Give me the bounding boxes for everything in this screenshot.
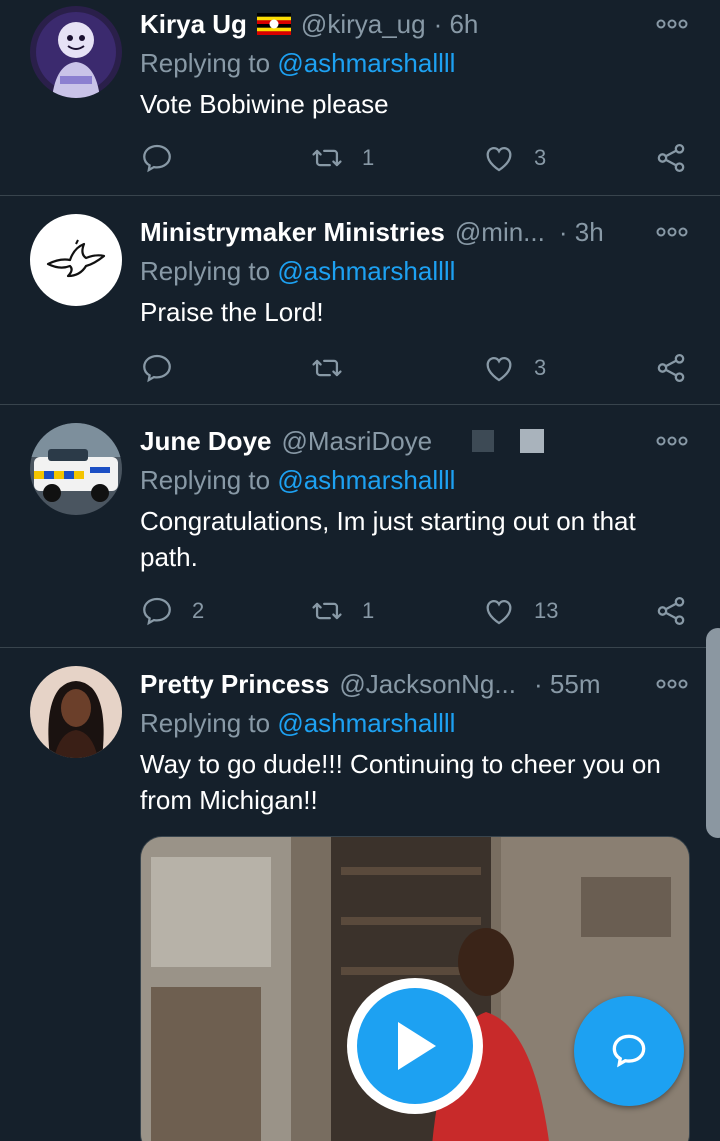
emoji-square [472,430,495,452]
like-count: 3 [534,355,547,380]
timestamp: · 6h [433,8,479,39]
retweet-button[interactable] [310,348,362,388]
action-bar: 1 3 [140,138,700,178]
replying-label: Replying to [140,708,271,738]
author-handle[interactable]: @kirya_ug [301,9,426,40]
reply-count: 2 [192,598,205,623]
share-button[interactable] [654,348,688,388]
like-button[interactable]: 13 [482,591,558,631]
heart-icon [486,599,512,625]
tweet-text: Congratulations, Im just starting out on… [140,506,636,572]
replying-label: Replying to [140,256,271,286]
like-button[interactable]: 3 [482,138,546,178]
avatar[interactable] [30,666,122,758]
author-handle[interactable]: @MasriDoye [282,426,433,457]
author-name[interactable]: Ministrymaker Ministries [140,217,445,248]
timestamp: · 3h [558,216,604,247]
reply-button[interactable] [140,348,192,388]
play-icon [398,1022,436,1070]
avatar[interactable] [30,6,122,98]
share-button[interactable] [654,138,688,178]
author-name[interactable]: Pretty Princess [140,669,329,700]
play-button[interactable] [347,978,483,1114]
retweet-count: 1 [362,145,375,170]
retweet-button[interactable]: 1 [310,591,374,631]
share-icon [657,353,685,383]
mention-link[interactable]: @ashmarshallll [277,48,455,78]
mention-link[interactable]: @ashmarshallll [277,465,455,495]
timestamp: · 55m [534,668,601,699]
author-name[interactable]: Kirya Ug [140,9,247,40]
reply-icon [143,354,171,383]
reply-feed: Kirya Ug @kirya_ug · 6h Replying to @ash… [0,0,720,1141]
heart-icon [486,146,512,172]
avatar[interactable] [30,214,122,306]
share-icon [657,143,685,173]
tweet-kirya-ug[interactable]: Kirya Ug @kirya_ug · 6h Replying to @ash… [0,0,720,195]
retweet-count: 1 [362,598,375,623]
share-icon [657,596,685,626]
replying-to: Replying to @ashmarshallll [140,465,455,496]
compose-reply-button[interactable] [574,996,684,1106]
like-count: 3 [534,145,547,170]
tweet-ministrymaker[interactable]: Ministrymaker Ministries @min... · 3h Re… [0,196,720,404]
play-button-inner [357,988,473,1104]
replying-label: Replying to [140,48,271,78]
retweet-icon [312,149,342,167]
more-icon[interactable] [656,678,688,690]
action-bar: 2 1 13 [140,591,700,631]
retweet-icon [312,602,342,620]
mention-link[interactable]: @ashmarshallll [277,708,455,738]
emoji-square [520,429,545,453]
replying-label: Replying to [140,465,271,495]
avatar[interactable] [30,423,122,515]
tweet-text: Way to go dude!!! Continuing to cheer yo… [140,749,661,815]
author-handle[interactable]: @JacksonNg... [339,669,516,700]
tweet-text: Vote Bobiwine please [140,89,389,119]
retweet-icon [312,359,342,377]
tweet-june-doye[interactable]: June Doye @MasriDoye Replying to @ashmar… [0,405,720,647]
compose-reply-icon [612,1034,646,1068]
replying-to: Replying to @ashmarshallll [140,48,455,79]
replying-to: Replying to @ashmarshallll [140,708,455,739]
like-button[interactable]: 3 [482,348,546,388]
scrollbar[interactable] [706,628,720,838]
reply-button[interactable] [140,138,192,178]
reply-button[interactable]: 2 [140,591,204,631]
share-button[interactable] [654,591,688,631]
mention-link[interactable]: @ashmarshallll [277,256,455,286]
tweet-text: Praise the Lord! [140,297,324,327]
action-bar: 3 [140,348,700,388]
retweet-button[interactable]: 1 [310,138,374,178]
reply-icon [143,597,171,626]
uganda-flag-icon [256,13,291,35]
more-icon[interactable] [656,226,688,238]
heart-icon [486,356,512,382]
replying-to: Replying to @ashmarshallll [140,256,455,287]
more-icon[interactable] [656,18,688,30]
more-icon[interactable] [656,435,688,447]
author-name[interactable]: June Doye [140,426,272,457]
reply-icon [143,144,171,173]
like-count: 13 [534,598,559,623]
author-handle[interactable]: @min... [455,217,545,248]
